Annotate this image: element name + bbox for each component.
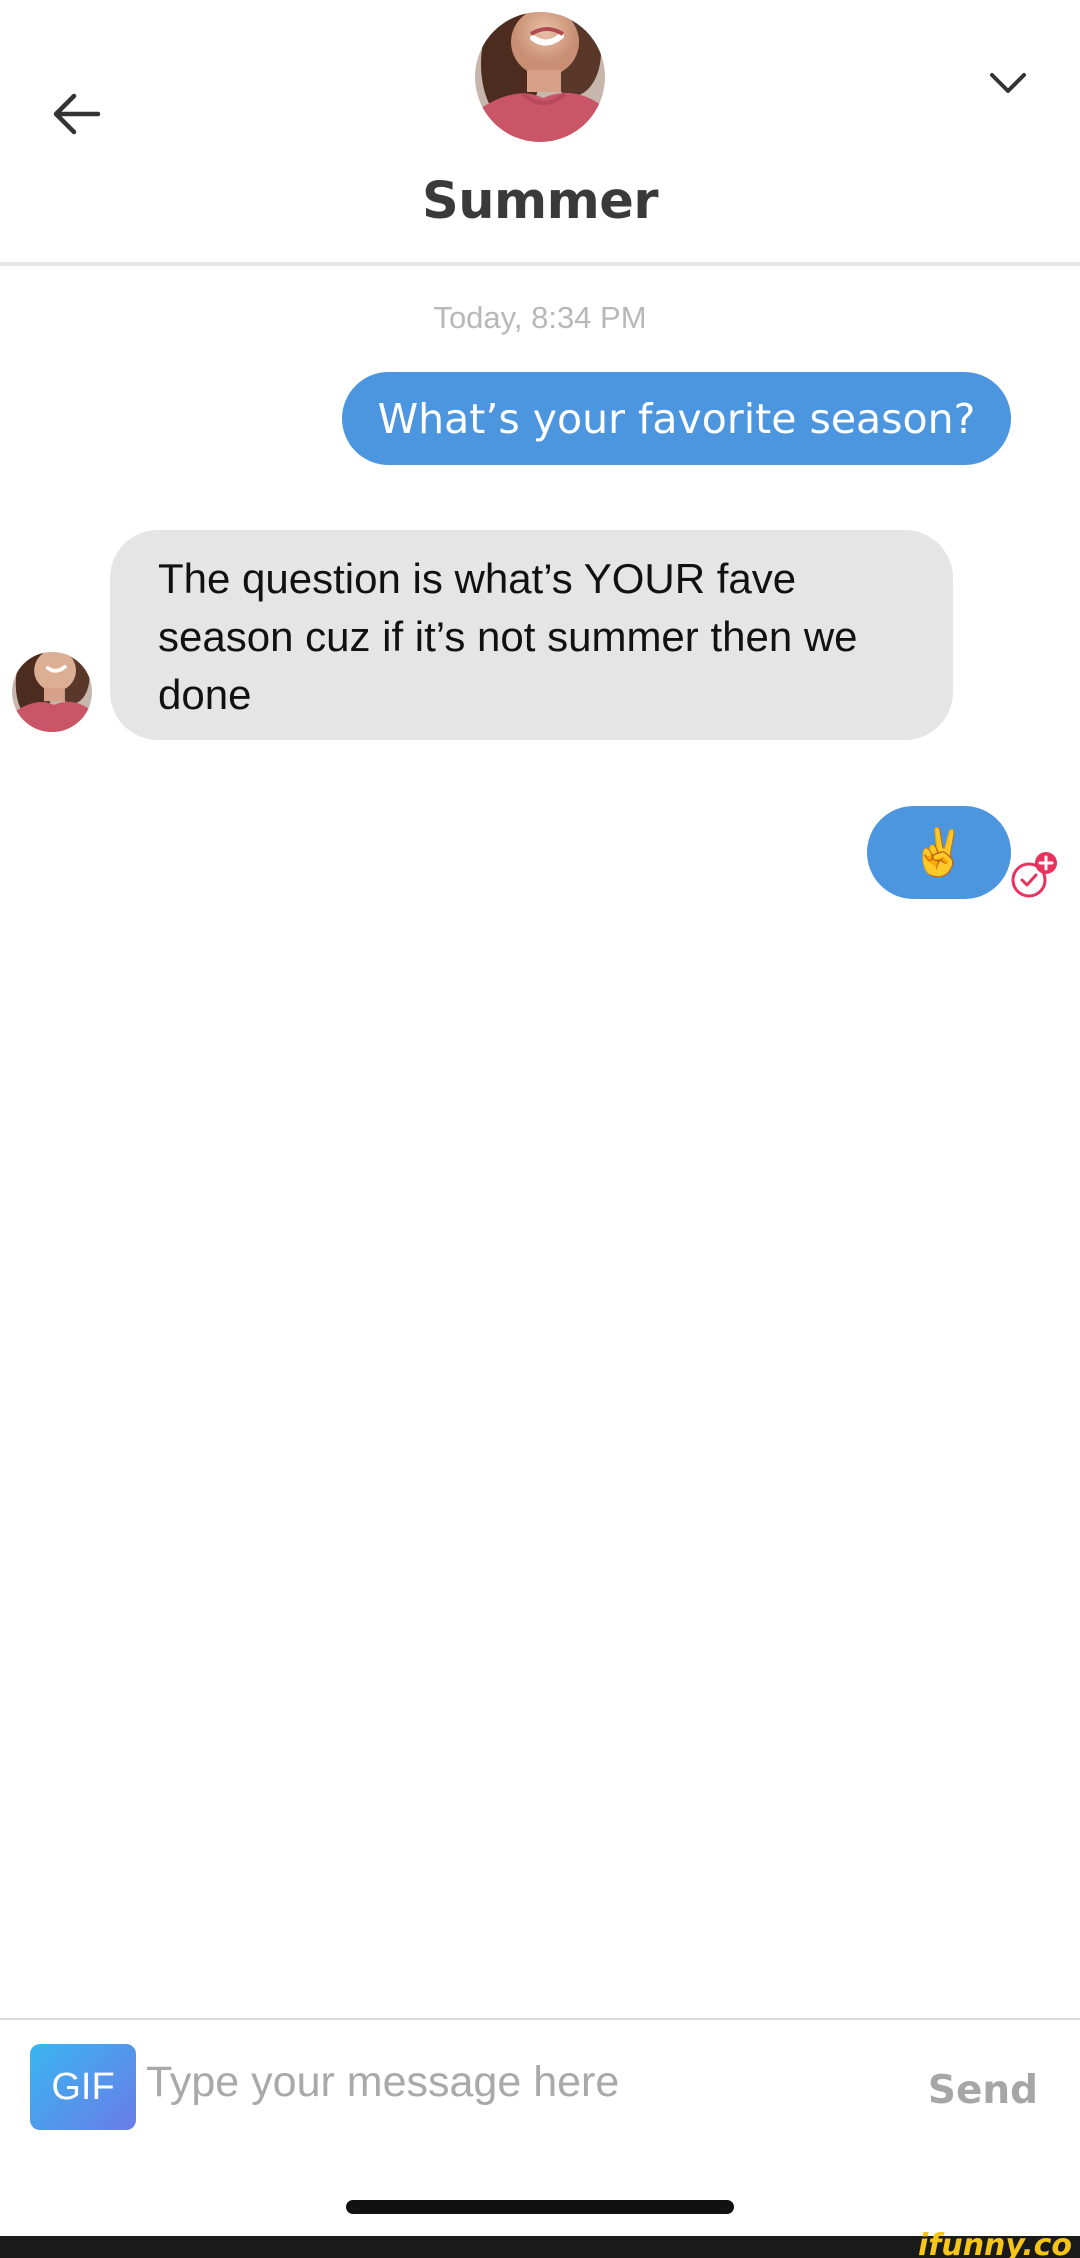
add-reaction-button[interactable]	[1008, 850, 1062, 900]
send-button[interactable]: Send	[918, 2060, 1048, 2120]
message-text: The question is what’s YOUR fave season …	[158, 555, 858, 718]
watermark-logo: ifunny.co	[918, 2228, 1072, 2258]
back-button[interactable]	[44, 82, 108, 146]
chevron-down-icon	[990, 73, 1026, 93]
contact-name[interactable]: Summer	[0, 172, 1080, 231]
incoming-message-bubble[interactable]: The question is what’s YOUR fave season …	[110, 530, 953, 740]
back-arrow-icon	[53, 93, 101, 135]
contact-avatar[interactable]	[475, 12, 605, 142]
watermark-bar: ifunny.co	[0, 2228, 1080, 2258]
peace-sign-emoji: ✌️	[910, 826, 968, 878]
chat-header: Summer	[0, 0, 1080, 266]
home-indicator[interactable]	[346, 2200, 734, 2214]
sender-avatar[interactable]	[12, 652, 92, 732]
gif-button[interactable]: GIF	[30, 2044, 136, 2130]
message-composer: GIF Send	[0, 2018, 1080, 2218]
avatar-photo	[12, 652, 92, 732]
message-text: What’s your favorite season?	[377, 394, 976, 443]
message-input[interactable]	[146, 2042, 886, 2122]
avatar-photo	[475, 12, 605, 142]
outgoing-emoji-bubble[interactable]: ✌️	[867, 806, 1011, 899]
add-reaction-icon	[1011, 852, 1057, 898]
outgoing-message-bubble[interactable]: What’s your favorite season?	[342, 372, 1011, 465]
message-timestamp: Today, 8:34 PM	[433, 300, 647, 335]
options-dropdown-button[interactable]	[976, 56, 1040, 112]
